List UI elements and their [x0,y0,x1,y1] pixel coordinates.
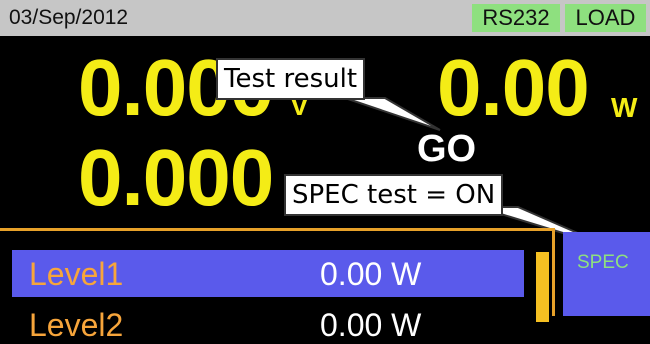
spec-test-callout-text: SPEC test = ON [292,180,496,210]
level-row-selected[interactable]: Level1 0.00 W [12,250,524,297]
test-result-pointer [344,97,441,131]
level-list-scrollbar[interactable] [536,252,549,322]
test-result-callout: Test result [216,58,366,100]
spec-test-callout: SPEC test = ON [284,174,504,216]
spec-softkey-label: SPEC [577,252,629,273]
test-result-callout-text: Test result [224,64,358,94]
level-list: Level1 0.00 W Level2 0.00 W [0,228,555,343]
level-label: Level1 [29,256,124,292]
level-value: 0.00 W [320,307,422,343]
spec-softkey[interactable]: SPEC [563,232,650,316]
level-value: 0.00 W [320,256,422,292]
level-label: Level2 [29,307,124,343]
